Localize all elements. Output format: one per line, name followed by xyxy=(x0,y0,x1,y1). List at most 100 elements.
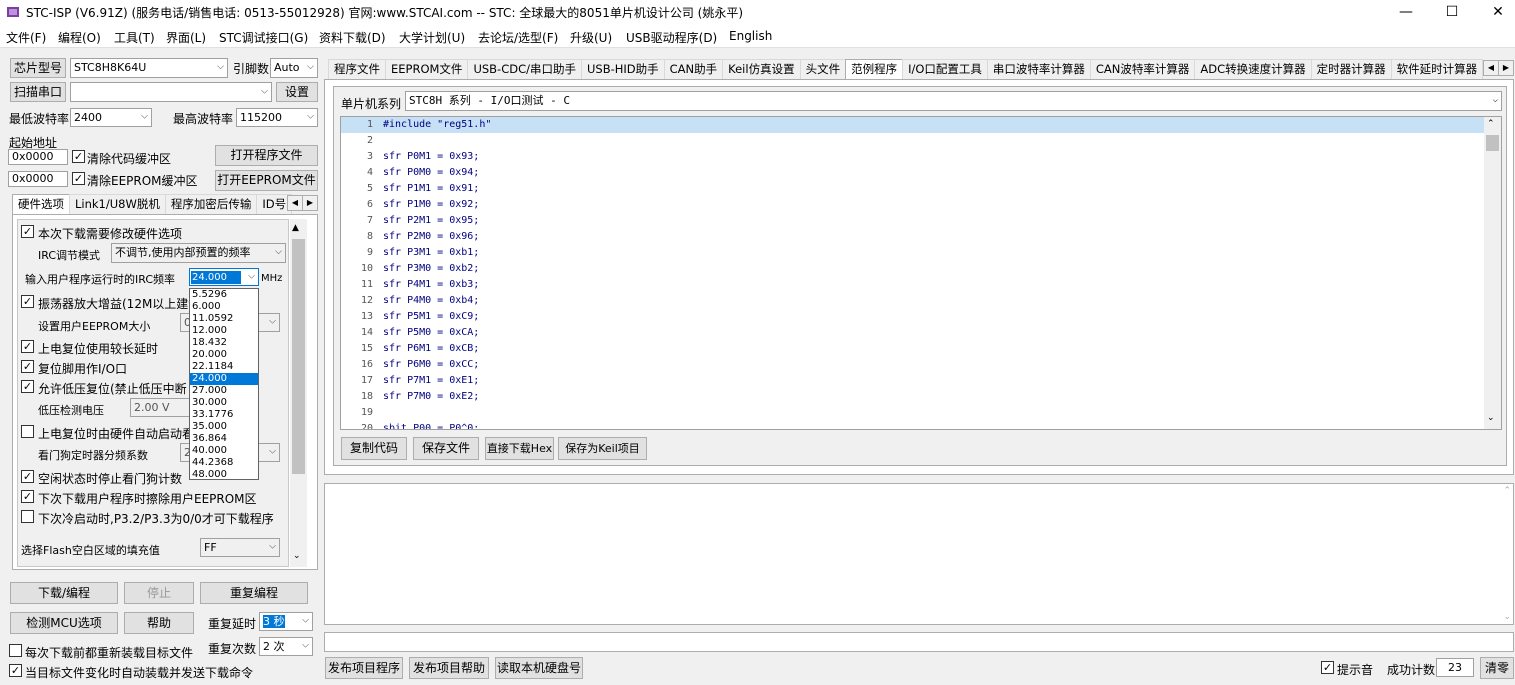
menu-english[interactable]: English xyxy=(729,29,772,43)
irc-option[interactable]: 33.1776 xyxy=(190,409,258,421)
irc-option[interactable]: 11.0592 xyxy=(190,313,258,325)
low-volt-reset-checkbox[interactable]: ✓ xyxy=(21,380,34,393)
menu-tools[interactable]: 工具(T) xyxy=(114,29,155,46)
tab-keil[interactable]: Keil仿真设置 xyxy=(722,59,801,79)
read-disk-button[interactable]: 读取本机硬盘号 xyxy=(495,657,583,679)
settings-button[interactable]: 设置 xyxy=(276,82,318,102)
osc-gain-checkbox[interactable]: ✓ xyxy=(21,295,34,308)
scroll-down-icon[interactable]: ⌄ xyxy=(1487,413,1495,423)
erase-eeprom-checkbox[interactable]: ✓ xyxy=(21,490,34,503)
irc-option[interactable]: 5.5296 xyxy=(190,289,258,301)
close-button[interactable]: ✕ xyxy=(1475,0,1515,24)
sound-checkbox[interactable]: ✓ xyxy=(1321,661,1334,674)
cold-start-checkbox[interactable] xyxy=(21,510,34,523)
publish-help-button[interactable]: 发布项目帮助 xyxy=(409,657,489,679)
tab-usb-hid[interactable]: USB-HID助手 xyxy=(580,59,665,79)
chevron-down-icon[interactable]: ⌄ xyxy=(293,551,301,561)
port-select[interactable]: ⌵ xyxy=(70,82,272,102)
idle-wdt-checkbox[interactable]: ✓ xyxy=(21,470,34,483)
menu-forum[interactable]: 去论坛/选型(F) xyxy=(478,29,558,46)
tab-delay[interactable]: 软件延时计算器 xyxy=(1390,59,1484,79)
irc-option-selected[interactable]: 24.000 xyxy=(190,373,258,385)
scroll-thumb[interactable] xyxy=(292,239,305,474)
irc-option[interactable]: 6.000 xyxy=(190,301,258,313)
save-file-button[interactable]: 保存文件 xyxy=(413,437,479,460)
hw-auto-start-checkbox[interactable] xyxy=(21,425,34,438)
save-keil-button[interactable]: 保存为Keil项目 xyxy=(558,437,647,460)
tab-scroll-right-icon[interactable]: ▶ xyxy=(1498,60,1514,76)
irc-option[interactable]: 18.432 xyxy=(190,337,258,349)
reprogram-button[interactable]: 重复编程 xyxy=(200,582,308,604)
maximize-button[interactable]: ☐ xyxy=(1429,0,1475,24)
irc-option[interactable]: 40.000 xyxy=(190,445,258,457)
tab-uart-baud[interactable]: 串口波特率计算器 xyxy=(986,59,1091,79)
options-scrollbar[interactable]: ▲ ⌄ xyxy=(290,219,307,567)
menu-program[interactable]: 编程(O) xyxy=(58,29,101,46)
menu-university[interactable]: 大学计划(U) xyxy=(399,29,465,46)
power-reset-delay-checkbox[interactable]: ✓ xyxy=(21,340,34,353)
tab-timer[interactable]: 定时器计算器 xyxy=(1310,59,1392,79)
irc-option[interactable]: 27.000 xyxy=(190,385,258,397)
help-button[interactable]: 帮助 xyxy=(124,612,194,634)
menu-file[interactable]: 文件(F) xyxy=(6,29,46,46)
clear-code-checkbox[interactable]: ✓ xyxy=(72,150,85,163)
max-baud-select[interactable]: 115200 ⌵ xyxy=(236,108,318,127)
flash-fill-select[interactable]: FF ⌵ xyxy=(200,538,280,557)
scroll-up-icon[interactable]: ⌃ xyxy=(1487,119,1495,129)
tab-eeprom-file[interactable]: EEPROM文件 xyxy=(385,59,469,79)
pin-select[interactable]: Auto ⌵ xyxy=(270,58,318,78)
tab-examples[interactable]: 范例程序 xyxy=(845,59,904,80)
repeat-count-select[interactable]: 2 次 ⌵ xyxy=(259,637,313,656)
tab-usb-cdc[interactable]: USB-CDC/串口助手 xyxy=(467,59,582,79)
reload-checkbox[interactable] xyxy=(9,644,22,657)
irc-option[interactable]: 35.000 xyxy=(190,421,258,433)
publish-program-button[interactable]: 发布项目程序 xyxy=(325,657,403,679)
scroll-up-icon[interactable]: ▲ xyxy=(292,223,299,233)
tab-can-baud[interactable]: CAN波特率计算器 xyxy=(1089,59,1196,79)
open-program-button[interactable]: 打开程序文件 xyxy=(215,145,318,166)
download-button[interactable]: 下载/编程 xyxy=(10,582,118,604)
chip-type-button[interactable]: 芯片型号 xyxy=(10,58,66,78)
menu-usb-driver[interactable]: USB驱动程序(D) xyxy=(626,29,717,46)
tab-scroll-right-icon[interactable]: ▶ xyxy=(302,195,318,211)
code-scrollbar[interactable]: ⌃ ⌄ xyxy=(1484,117,1501,429)
menu-interface[interactable]: 界面(L) xyxy=(166,29,206,46)
scroll-up-icon[interactable]: ⌃ xyxy=(1503,486,1511,496)
irc-option[interactable]: 48.000 xyxy=(190,469,258,481)
output-log[interactable]: ⌃ ⌄ xyxy=(324,483,1514,625)
stop-button[interactable]: 停止 xyxy=(124,582,194,604)
clear-count-button[interactable]: 清零 xyxy=(1480,657,1514,679)
tab-can[interactable]: CAN助手 xyxy=(663,59,724,79)
reset-pin-io-checkbox[interactable]: ✓ xyxy=(21,360,34,373)
low-volt-select[interactable]: 2.00 V xyxy=(130,398,190,417)
scroll-thumb[interactable] xyxy=(1486,135,1499,151)
copy-code-button[interactable]: 复制代码 xyxy=(341,437,407,460)
tab-scroll-left-icon[interactable]: ◀ xyxy=(1483,60,1499,76)
tab-hardware[interactable]: 硬件选项 xyxy=(12,194,70,215)
irc-option[interactable]: 12.000 xyxy=(190,325,258,337)
irc-option[interactable]: 30.000 xyxy=(190,397,258,409)
open-eeprom-button[interactable]: 打开EEPROM文件 xyxy=(215,170,318,191)
code-editor[interactable]: 1 #include "reg51.h" 2 3 sfr P0M1 = 0x93; 4 sf… xyxy=(340,116,1502,430)
tab-io-config[interactable]: I/O口配置工具 xyxy=(902,59,988,79)
addr-eeprom-input[interactable]: 0x0000 xyxy=(8,171,68,187)
scroll-down-icon[interactable]: ⌄ xyxy=(1503,612,1511,622)
tab-header[interactable]: 头文件 xyxy=(799,59,847,79)
chip-type-select[interactable]: STC8H8K64U ⌵ xyxy=(70,58,228,78)
irc-option[interactable]: 44.2368 xyxy=(190,457,258,469)
irc-freq-dropdown[interactable]: 5.5296 6.000 11.0592 12.000 18.432 20.00… xyxy=(189,288,259,480)
mcu-series-select[interactable]: STC8H 系列 - I/O口测试 - C ⌵ xyxy=(405,91,1502,111)
min-baud-select[interactable]: 2400 ⌵ xyxy=(70,108,152,127)
irc-option[interactable]: 20.000 xyxy=(190,349,258,361)
irc-freq-select[interactable]: 24.000 ⌵ xyxy=(189,268,259,286)
addr-code-input[interactable]: 0x0000 xyxy=(8,149,68,165)
irc-mode-select[interactable]: 不调节,使用内部预置的频率 ⌵ xyxy=(111,243,286,263)
direct-hex-button[interactable]: 直接下载Hex xyxy=(485,437,554,460)
clear-eeprom-checkbox[interactable]: ✓ xyxy=(72,172,85,185)
tab-link1[interactable]: Link1/U8W脱机 xyxy=(69,194,166,214)
irc-option[interactable]: 36.864 xyxy=(190,433,258,445)
detect-mcu-button[interactable]: 检测MCU选项 xyxy=(10,612,118,634)
scan-port-button[interactable]: 扫描串口 xyxy=(10,82,66,102)
tab-scroll-left-icon[interactable]: ◀ xyxy=(287,195,303,211)
menu-upgrade[interactable]: 升级(U) xyxy=(570,29,612,46)
